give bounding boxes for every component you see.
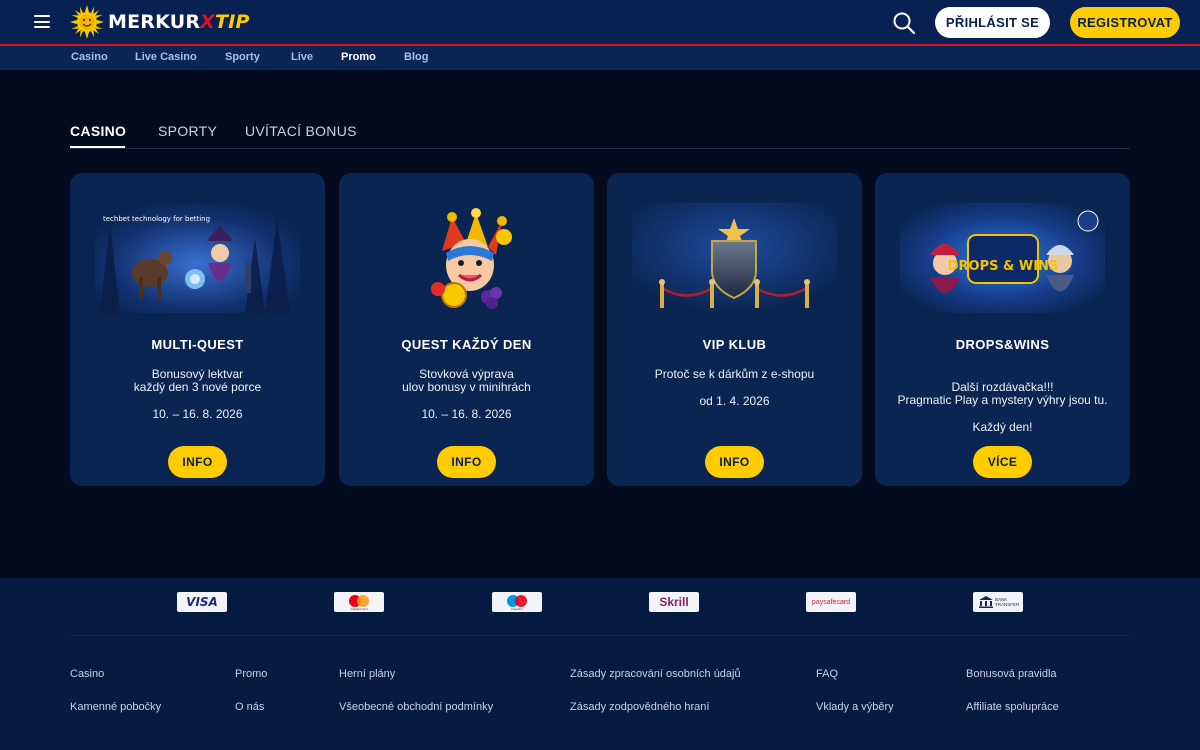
card-date: 10. – 16. 8. 2026 bbox=[152, 407, 243, 421]
info-button[interactable]: INFO bbox=[705, 446, 764, 478]
footer-link-affiliate[interactable]: Affiliate spolupráce bbox=[966, 701, 1059, 713]
promo-card-quest-kazdy-den: QUEST KAŽDÝ DEN Stovková výprava ulov bo… bbox=[339, 173, 594, 486]
footer-link-responsible-gaming[interactable]: Zásady zodpovědného hraní bbox=[570, 701, 709, 713]
subnav-live[interactable]: Live bbox=[291, 51, 313, 63]
promo-tabs: CASINO SPORTY UVÍTACÍ BONUS bbox=[70, 110, 1130, 149]
vip-banner bbox=[632, 203, 837, 313]
skrill-logo: Skrill bbox=[649, 592, 699, 612]
mastercard-logo: mastercard bbox=[334, 592, 384, 612]
logo-text: MERKURXTIP bbox=[108, 11, 250, 33]
footer-link-branches[interactable]: Kamenné pobočky bbox=[70, 701, 161, 713]
multi-quest-banner: techbet technology for betting bbox=[95, 203, 300, 313]
card-title: QUEST KAŽDÝ DEN bbox=[401, 337, 532, 352]
sun-logo-icon bbox=[70, 5, 104, 39]
svg-text:mastercard: mastercard bbox=[350, 607, 367, 611]
login-button[interactable]: PŘIHLÁSIT SE bbox=[935, 7, 1050, 38]
footer-link-promo[interactable]: Promo bbox=[235, 668, 267, 680]
tab-casino[interactable]: CASINO bbox=[70, 123, 126, 139]
card-title: DROPS&WINS bbox=[955, 337, 1050, 352]
subnav-blog[interactable]: Blog bbox=[404, 51, 428, 63]
register-button[interactable]: REGISTROVAT bbox=[1070, 7, 1180, 38]
svg-text:maestro: maestro bbox=[511, 607, 524, 611]
footer-link-bonus-rules[interactable]: Bonusová pravidla bbox=[966, 668, 1057, 680]
card-title: MULTI-QUEST bbox=[151, 337, 244, 352]
card-date: od 1. 4. 2026 bbox=[699, 394, 770, 408]
card-line: Stovková výprava bbox=[419, 367, 514, 381]
tab-welcome-bonus[interactable]: UVÍTACÍ BONUS bbox=[245, 123, 357, 139]
card-line: Další rozdávačka!!! bbox=[951, 380, 1054, 394]
card-line: Protoč se k dárkům z e-shopu bbox=[654, 367, 815, 381]
bank-transfer-logo: BANK TRANSFER bbox=[973, 592, 1023, 612]
card-line: každý den 3 nové porce bbox=[133, 380, 262, 394]
info-button[interactable]: INFO bbox=[437, 446, 496, 478]
promo-card-drops-wins: DROPS & WINS DROPS&WINS Další rozdávačka… bbox=[875, 173, 1130, 486]
paysafecard-logo: paysafecard bbox=[806, 592, 856, 612]
subnav-promo[interactable]: Promo bbox=[341, 51, 376, 63]
merkur-xtip-logo[interactable]: MERKURXTIP bbox=[70, 5, 250, 39]
card-date: 10. – 16. 8. 2026 bbox=[421, 407, 512, 421]
card-line: Pragmatic Play a mystery výhry jsou tu. bbox=[897, 393, 1108, 407]
tab-sporty[interactable]: SPORTY bbox=[158, 123, 217, 139]
subnav-casino[interactable]: Casino bbox=[71, 51, 108, 63]
footer-link-terms[interactable]: Všeobecné obchodní podmínky bbox=[339, 701, 493, 713]
footer-divider bbox=[70, 635, 1130, 636]
bank-icon bbox=[979, 596, 993, 608]
jester-banner bbox=[431, 208, 512, 309]
info-button[interactable]: INFO bbox=[168, 446, 227, 478]
subnav-sporty[interactable]: Sporty bbox=[225, 51, 260, 63]
footer-link-privacy[interactable]: Zásady zpracování osobních údajů bbox=[570, 668, 741, 680]
visa-logo: VISA bbox=[177, 592, 227, 612]
footer-link-herni-plany[interactable]: Herní plány bbox=[339, 668, 395, 680]
drops-wins-banner: DROPS & WINS bbox=[900, 203, 1105, 313]
more-button[interactable]: VÍCE bbox=[973, 446, 1032, 478]
card-line: ulov bonusy v minihrách bbox=[402, 380, 531, 394]
active-tab-indicator bbox=[70, 146, 125, 148]
top-header: MERKURXTIP PŘIHLÁSIT SE REGISTROVAT bbox=[0, 0, 1200, 44]
promo-card-vip-klub: VIP KLUB Protoč se k dárkům z e-shopu od… bbox=[607, 173, 862, 486]
card-date: Každý den! bbox=[972, 420, 1033, 434]
footer-link-faq[interactable]: FAQ bbox=[816, 668, 838, 680]
footer-link-casino[interactable]: Casino bbox=[70, 668, 104, 680]
footer-link-deposits[interactable]: Vklady a výběry bbox=[816, 701, 894, 713]
promo-card-multi-quest: techbet technology for betting MULTI-QUE… bbox=[70, 173, 325, 486]
svg-text:techbet technology for betting: techbet technology for betting bbox=[103, 215, 210, 223]
sub-navigation: Casino Live Casino Sporty Live Promo Blo… bbox=[0, 46, 1200, 70]
card-line: Bonusový lektvar bbox=[151, 367, 244, 381]
footer-link-about[interactable]: O nás bbox=[235, 701, 264, 713]
subnav-live-casino[interactable]: Live Casino bbox=[135, 51, 197, 63]
footer: VISA mastercard maestro Skrill paysafeca… bbox=[0, 578, 1200, 750]
svg-text:DROPS & WINS: DROPS & WINS bbox=[948, 259, 1059, 274]
menu-icon[interactable] bbox=[34, 15, 50, 28]
search-icon[interactable] bbox=[892, 11, 916, 35]
maestro-logo: maestro bbox=[492, 592, 542, 612]
card-title: VIP KLUB bbox=[702, 337, 767, 352]
